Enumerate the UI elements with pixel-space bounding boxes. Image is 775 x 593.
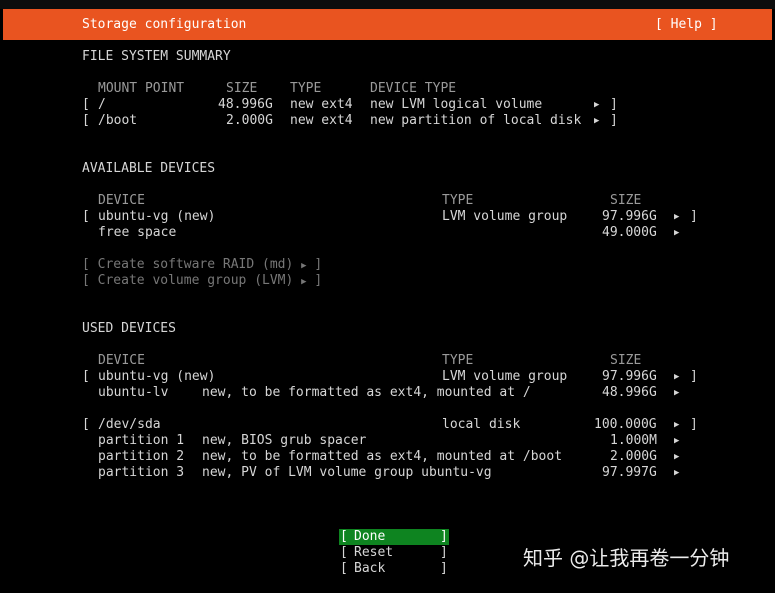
partition-size: 2.000G — [610, 449, 657, 464]
lv-size: 48.996G — [602, 385, 657, 400]
help-button[interactable]: [ Help ] — [655, 17, 718, 32]
free-space-size: 49.000G — [602, 225, 657, 240]
device-size: 97.996G — [602, 209, 657, 224]
triangle-right-icon: ▶ — [674, 420, 680, 430]
col-device-type-header: DEVICE TYPE — [370, 81, 457, 96]
triangle-right-icon: ▶ — [674, 436, 680, 446]
bracket-open: [ — [82, 209, 90, 224]
disk-name: /dev/sda — [98, 417, 161, 432]
device-type: new partition of local disk — [370, 113, 582, 128]
device-type: LVM volume group — [442, 209, 568, 224]
bracket-open: [ — [82, 113, 90, 128]
col-device-header: DEVICE — [98, 193, 145, 208]
bracket-close: ] — [690, 209, 698, 224]
triangle-right-icon: ▶ — [674, 388, 680, 398]
free-space-label: free space — [98, 225, 177, 240]
device-type: new LVM logical volume — [370, 97, 543, 112]
partition-size: 97.997G — [602, 465, 657, 480]
partition-name: partition 1 — [98, 433, 185, 448]
disk-size: 100.000G — [594, 417, 657, 432]
bracket-open: [ — [82, 369, 90, 384]
col-mount-point-header: MOUNT POINT — [98, 81, 185, 96]
col-device-header: DEVICE — [98, 353, 145, 368]
col-type-header: TYPE — [442, 353, 474, 368]
col-type-header: TYPE — [442, 193, 474, 208]
lv-name: ubuntu-lv — [98, 385, 169, 400]
triangle-right-icon: ▶ — [674, 372, 680, 382]
col-type-header: TYPE — [290, 81, 322, 96]
triangle-right-icon: ▶ — [674, 212, 680, 222]
bracket-open: [ — [82, 417, 90, 432]
mount-point: /boot — [98, 113, 138, 128]
create-vg-label: Create volume group (LVM) — [97, 273, 294, 288]
watermark: 知乎 @让我再卷一分钟 — [523, 546, 730, 570]
create-raid-label: Create software RAID (md) — [97, 257, 294, 272]
done-button[interactable]: [Done] — [339, 529, 449, 545]
bracket-open: [ — [82, 97, 90, 112]
partition-name: partition 3 — [98, 465, 185, 480]
bracket-close: ] — [690, 369, 698, 384]
triangle-right-icon: ▶ — [301, 261, 307, 271]
triangle-right-icon: ▶ — [594, 100, 600, 110]
partition-name: partition 2 — [98, 449, 185, 464]
device-name: ubuntu-vg (new) — [98, 209, 216, 224]
size: 2.000G — [226, 113, 273, 128]
device-size: 97.996G — [602, 369, 657, 384]
mount-point: / — [98, 97, 106, 112]
device-type: LVM volume group — [442, 369, 568, 384]
window-title: Storage configuration — [82, 17, 247, 32]
bracket-close: ] — [690, 417, 698, 432]
fs-summary-title: FILE SYSTEM SUMMARY — [82, 49, 231, 64]
triangle-right-icon: ▶ — [674, 452, 680, 462]
col-size-header: SIZE — [610, 353, 642, 368]
lv-description: new, to be formatted as ext4, mounted at… — [202, 385, 531, 400]
triangle-right-icon: ▶ — [594, 116, 600, 126]
col-size-header: SIZE — [226, 81, 258, 96]
partition-size: 1.000M — [610, 433, 657, 448]
create-raid-button[interactable]: [ Create software RAID (md) ▶ ] — [82, 257, 322, 273]
top-frame — [0, 0, 775, 9]
triangle-right-icon: ▶ — [674, 468, 680, 478]
partition-description: new, PV of LVM volume group ubuntu-vg — [202, 465, 492, 480]
col-size-header: SIZE — [610, 193, 642, 208]
triangle-right-icon: ▶ — [674, 228, 680, 238]
available-devices-title: AVAILABLE DEVICES — [82, 161, 216, 176]
title-bar: Storage configuration [ Help ] — [3, 9, 772, 40]
bracket-close: ] — [610, 113, 618, 128]
fs-type: new ext4 — [290, 97, 353, 112]
partition-description: new, to be formatted as ext4, mounted at… — [202, 449, 563, 464]
used-devices-title: USED DEVICES — [82, 321, 176, 336]
triangle-right-icon: ▶ — [301, 277, 307, 287]
device-name: ubuntu-vg (new) — [98, 369, 216, 384]
disk-type: local disk — [442, 417, 521, 432]
back-button[interactable]: [Back] — [339, 561, 449, 577]
create-volume-group-button[interactable]: [ Create volume group (LVM) ▶ ] — [82, 273, 322, 289]
partition-description: new, BIOS grub spacer — [202, 433, 367, 448]
fs-type: new ext4 — [290, 113, 353, 128]
reset-button[interactable]: [Reset] — [339, 545, 449, 561]
bracket-close: ] — [610, 97, 618, 112]
size: 48.996G — [218, 97, 273, 112]
